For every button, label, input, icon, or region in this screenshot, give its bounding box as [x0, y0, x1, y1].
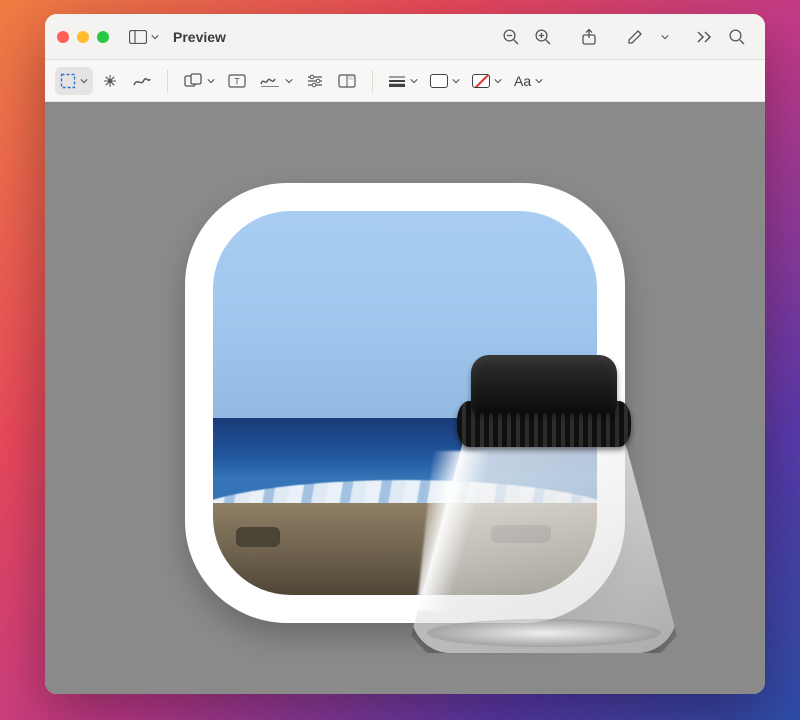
- chevron-down-icon: [285, 73, 293, 88]
- chevron-down-icon: [494, 73, 502, 88]
- fill-color-swatch: [472, 74, 490, 88]
- title-bar: Preview: [45, 14, 765, 60]
- minimize-window-button[interactable]: [77, 31, 89, 43]
- line-style-button[interactable]: [383, 67, 423, 95]
- border-color-button[interactable]: [425, 67, 465, 95]
- border-color-swatch: [430, 74, 448, 88]
- adjust-size-button[interactable]: [332, 67, 362, 95]
- preview-app-icon-illustration: [185, 183, 625, 623]
- preview-window: Preview: [45, 14, 765, 694]
- document-canvas[interactable]: [45, 102, 765, 694]
- text-style-button[interactable]: Aa: [509, 67, 548, 95]
- line-style-icon: [388, 75, 406, 87]
- shapes-icon: [183, 73, 203, 89]
- loupe-icon: [391, 355, 697, 667]
- share-button[interactable]: [573, 23, 605, 51]
- text-box-icon: T: [228, 74, 246, 88]
- sidebar-toggle-button[interactable]: [123, 23, 165, 51]
- sidebar-icon: [129, 30, 147, 44]
- share-icon: [581, 28, 597, 46]
- adjust-color-icon: [306, 74, 324, 88]
- signature-icon: [259, 74, 281, 88]
- chevron-down-icon: [452, 73, 460, 88]
- instant-alpha-icon: [101, 72, 119, 90]
- adjust-color-button[interactable]: [300, 67, 330, 95]
- toolbar-separator: [372, 70, 373, 92]
- sketch-icon: [132, 74, 152, 88]
- instant-alpha-button[interactable]: [95, 67, 125, 95]
- chevron-down-icon: [410, 73, 418, 88]
- chevron-down-icon: [151, 29, 159, 44]
- chevron-down-icon: [80, 73, 88, 88]
- svg-text:T: T: [234, 76, 240, 86]
- sign-button[interactable]: [254, 67, 298, 95]
- markup-toolbar: T Aa: [45, 60, 765, 102]
- search-button[interactable]: [721, 23, 753, 51]
- sketch-button[interactable]: [127, 67, 157, 95]
- markup-toggle-button[interactable]: [619, 23, 651, 51]
- zoom-out-button[interactable]: [495, 23, 527, 51]
- close-window-button[interactable]: [57, 31, 69, 43]
- zoom-in-button[interactable]: [527, 23, 559, 51]
- markup-pencil-icon: [626, 28, 644, 46]
- double-chevron-right-icon: [697, 31, 713, 43]
- fullscreen-window-button[interactable]: [97, 31, 109, 43]
- shapes-button[interactable]: [178, 67, 220, 95]
- search-icon: [728, 28, 746, 46]
- rectangular-selection-icon: [60, 73, 76, 89]
- traffic-lights: [57, 31, 109, 43]
- selection-tool-button[interactable]: [55, 67, 93, 95]
- markup-more-button[interactable]: [651, 23, 675, 51]
- fill-color-button[interactable]: [467, 67, 507, 95]
- toolbar-separator: [167, 70, 168, 92]
- zoom-out-icon: [502, 28, 520, 46]
- overflow-toolbar-button[interactable]: [689, 23, 721, 51]
- chevron-down-icon: [207, 73, 215, 88]
- adjust-size-icon: [338, 74, 356, 88]
- text-style-label: Aa: [514, 73, 531, 89]
- zoom-in-icon: [534, 28, 552, 46]
- chevron-down-icon: [535, 73, 543, 88]
- text-tool-button[interactable]: T: [222, 67, 252, 95]
- chevron-down-icon: [661, 29, 669, 44]
- window-title: Preview: [173, 29, 226, 45]
